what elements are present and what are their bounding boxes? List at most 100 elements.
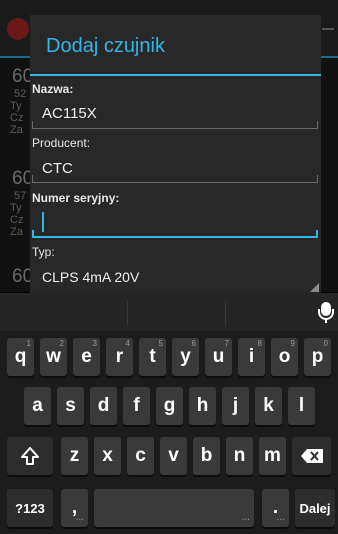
key-f[interactable]: f <box>123 387 150 425</box>
key-label: l <box>298 395 305 416</box>
key-l[interactable]: l <box>288 387 315 425</box>
key-k[interactable]: k <box>255 387 282 425</box>
key-more-dots: ··· <box>242 515 250 524</box>
key-label: d <box>97 395 110 416</box>
key-label: o <box>278 346 291 367</box>
key-n[interactable]: n <box>226 437 253 475</box>
key-t[interactable]: t5 <box>139 338 166 376</box>
period-key[interactable]: . ··· <box>262 489 289 527</box>
space-key[interactable]: ··· <box>94 489 254 527</box>
title-divider <box>30 74 321 76</box>
key-hint: 3 <box>92 339 97 348</box>
list-item-line: 52 <box>14 88 27 100</box>
key-x[interactable]: x <box>94 437 121 475</box>
key-label: y <box>180 346 191 367</box>
key-label: p <box>311 346 324 367</box>
key-label: i <box>248 346 255 367</box>
producer-label: Producent: <box>32 136 91 150</box>
key-hint: 6 <box>191 339 196 348</box>
key-hint: 0 <box>323 339 328 348</box>
key-hint: 4 <box>125 339 130 348</box>
list-item-number: 60 <box>12 266 34 287</box>
key-hint: 1 <box>26 339 31 348</box>
serial-number-label: Numer seryjny: <box>32 191 120 205</box>
key-e[interactable]: e3 <box>73 338 100 376</box>
comma-key[interactable]: , ··· <box>61 489 88 527</box>
microphone-icon-stem <box>325 318 327 323</box>
key-s[interactable]: s <box>57 387 84 425</box>
list-item-line: 57 <box>14 190 27 202</box>
key-label: a <box>32 395 43 416</box>
key-label: v <box>168 445 179 466</box>
name-label: Nazwa: <box>32 82 74 96</box>
name-field-underline <box>32 121 318 129</box>
list-item-line: Ty <box>10 100 22 112</box>
suggestion-divider <box>225 301 226 325</box>
key-label: b <box>200 445 213 466</box>
soft-keyboard: q1 w2 e3 r4 t5 y6 u7 i8 o9 p0 a s d f g … <box>0 293 338 534</box>
background-list-item: 60 57 Ty Cz Za <box>0 168 34 238</box>
background-list-item: 60 <box>0 266 34 288</box>
key-a[interactable]: a <box>24 387 51 425</box>
next-key-label: Dalej <box>299 500 331 516</box>
list-item-line: Ty <box>10 202 22 214</box>
dialog-title: Dodaj czujnik <box>46 35 165 57</box>
list-item-number: 60 <box>12 168 34 189</box>
list-item-line: Za <box>10 124 23 136</box>
key-i[interactable]: i8 <box>238 338 265 376</box>
key-hint: 2 <box>59 339 64 348</box>
key-hint: 7 <box>224 339 229 348</box>
key-q[interactable]: q1 <box>7 338 34 376</box>
key-label: q <box>14 346 27 367</box>
key-p[interactable]: p0 <box>304 338 331 376</box>
spinner-dropdown-icon <box>310 283 319 292</box>
key-label: s <box>65 395 76 416</box>
backspace-icon <box>300 449 323 463</box>
key-label: u <box>212 346 225 367</box>
key-h[interactable]: h <box>189 387 216 425</box>
suggestion-strip <box>0 293 338 331</box>
key-label: c <box>135 445 146 466</box>
suggestion-divider <box>127 301 128 325</box>
key-o[interactable]: o9 <box>271 338 298 376</box>
key-label: r <box>115 346 124 367</box>
key-m[interactable]: m <box>259 437 286 475</box>
key-u[interactable]: u7 <box>205 338 232 376</box>
key-label: j <box>232 395 239 416</box>
key-label: f <box>133 395 140 416</box>
symbols-key-label: ?123 <box>15 500 45 516</box>
list-item-line: Cz <box>10 112 24 124</box>
key-w[interactable]: w2 <box>40 338 67 376</box>
key-hint: 8 <box>257 339 262 348</box>
key-label: w <box>46 346 61 367</box>
key-j[interactable]: j <box>222 387 249 425</box>
symbols-key[interactable]: ?123 <box>7 489 53 527</box>
key-v[interactable]: v <box>160 437 187 475</box>
key-label: n <box>233 445 246 466</box>
backspace-key[interactable] <box>292 437 331 475</box>
key-d[interactable]: d <box>90 387 117 425</box>
list-item-number: 60 <box>12 66 34 87</box>
key-r[interactable]: r4 <box>106 338 133 376</box>
key-label: h <box>196 395 209 416</box>
key-label: t <box>149 346 156 367</box>
name-field[interactable]: AC115X <box>42 105 97 122</box>
list-item-line: Za <box>10 226 23 238</box>
type-spinner[interactable]: CLPS 4mA 20V <box>42 269 139 285</box>
shift-key[interactable] <box>7 437 53 475</box>
key-hint: 5 <box>158 339 163 348</box>
key-z[interactable]: z <box>61 437 88 475</box>
producer-field-underline <box>32 175 318 183</box>
key-g[interactable]: g <box>156 387 183 425</box>
key-more-dots: ··· <box>76 515 84 524</box>
key-b[interactable]: b <box>193 437 220 475</box>
next-key[interactable]: Dalej <box>295 489 335 527</box>
overflow-menu-icon <box>322 28 334 30</box>
serial-number-field-underline <box>32 230 318 238</box>
key-label: g <box>163 395 176 416</box>
key-more-dots: ··· <box>277 515 285 524</box>
key-y[interactable]: y6 <box>172 338 199 376</box>
shift-arrow-icon <box>21 447 39 465</box>
key-label: m <box>264 445 281 466</box>
key-c[interactable]: c <box>127 437 154 475</box>
